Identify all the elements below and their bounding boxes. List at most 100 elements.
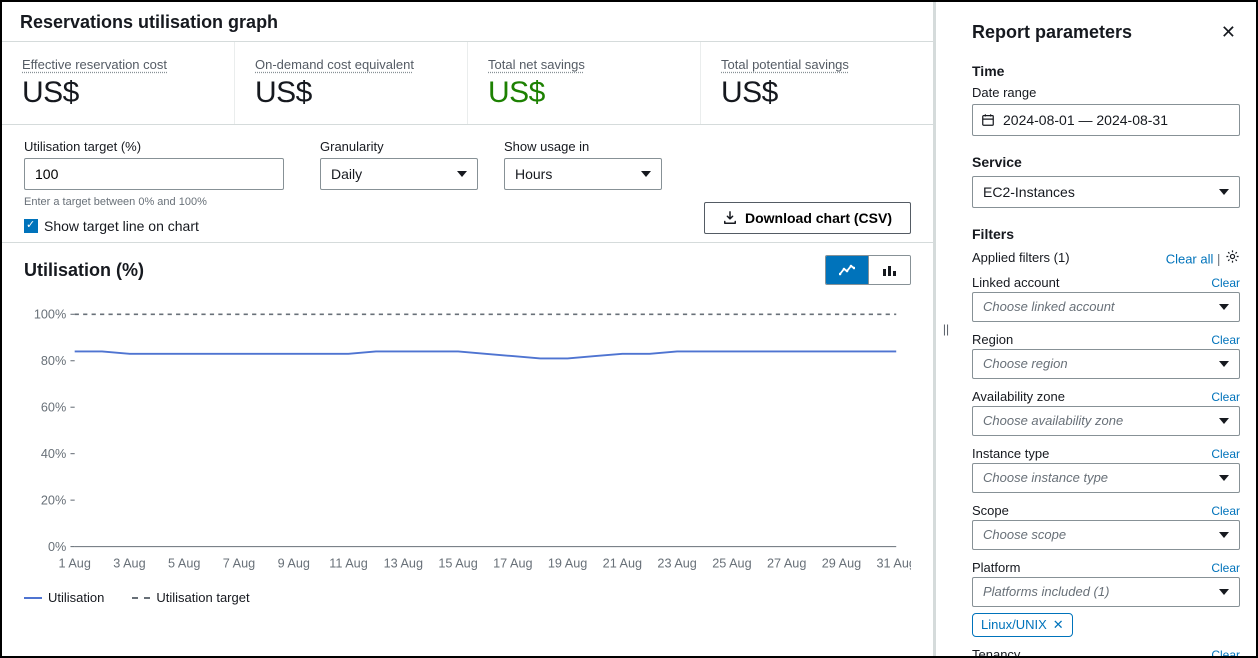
service-select[interactable]: EC2-Instances (972, 176, 1240, 208)
filter-clear-link[interactable]: Clear (1211, 648, 1240, 657)
filter-block-tenancy: Tenancy Clear (972, 647, 1240, 657)
filter-chip[interactable]: Linux/UNIX✕ (972, 613, 1073, 637)
show-target-checkbox[interactable]: Show target line on chart (24, 218, 294, 234)
svg-text:23 Aug: 23 Aug (657, 557, 696, 571)
panel-resize-handle[interactable]: || (936, 2, 956, 656)
kpi-label: Total potential savings (721, 57, 849, 72)
granularity-select[interactable]: Daily (320, 158, 478, 190)
filter-select[interactable]: Platforms included (1) (972, 577, 1240, 607)
filter-clear-link[interactable]: Clear (1211, 561, 1240, 575)
filter-select[interactable]: Choose scope (972, 520, 1240, 550)
filter-block-linked-account: Linked account Clear Choose linked account (972, 275, 1240, 322)
kpi-label: Effective reservation cost (22, 57, 167, 72)
bar-chart-icon (882, 264, 898, 276)
chart-header: Utilisation (%) (2, 243, 933, 291)
filter-placeholder: Choose linked account (983, 299, 1115, 314)
svg-text:15 Aug: 15 Aug (438, 557, 477, 571)
download-csv-button[interactable]: Download chart (CSV) (704, 202, 911, 234)
filter-clear-link[interactable]: Clear (1211, 504, 1240, 518)
chevron-down-icon (641, 171, 651, 177)
filter-label: Availability zone (972, 389, 1065, 404)
page-title: Reservations utilisation graph (2, 2, 933, 42)
legend-target: Utilisation target (132, 590, 249, 605)
download-label: Download chart (CSV) (745, 210, 892, 226)
time-section-label: Time (972, 63, 1240, 79)
chevron-down-icon (1219, 361, 1229, 367)
controls-row: Utilisation target (%) Enter a target be… (2, 125, 933, 243)
filter-block-scope: Scope Clear Choose scope (972, 503, 1240, 550)
main-panel: Reservations utilisation graph Effective… (2, 2, 936, 656)
svg-text:21 Aug: 21 Aug (603, 557, 642, 571)
filter-label: Region (972, 332, 1013, 347)
granularity-label: Granularity (320, 139, 478, 154)
close-panel-button[interactable]: ✕ (1217, 20, 1240, 45)
filter-clear-link[interactable]: Clear (1211, 390, 1240, 404)
filter-block-availability-zone: Availability zone Clear Choose availabilit… (972, 389, 1240, 436)
calendar-icon (981, 113, 995, 127)
gear-icon (1225, 249, 1240, 264)
svg-text:1 Aug: 1 Aug (58, 557, 90, 571)
chevron-down-icon (1219, 304, 1229, 310)
line-chart-icon (839, 264, 855, 276)
chart-type-toggle (825, 255, 911, 285)
kpi-value: US$ (255, 76, 447, 110)
filter-select[interactable]: Choose instance type (972, 463, 1240, 493)
date-range-value: 2024-08-01 — 2024-08-31 (1003, 112, 1168, 128)
chevron-down-icon (1219, 418, 1229, 424)
show-usage-label: Show usage in (504, 139, 662, 154)
filter-label: Linked account (972, 275, 1059, 290)
date-range-input[interactable]: 2024-08-01 — 2024-08-31 (972, 104, 1240, 136)
svg-text:25 Aug: 25 Aug (712, 557, 751, 571)
kpi-value: US$ (488, 76, 680, 110)
legend-label: Utilisation (48, 590, 104, 605)
chevron-down-icon (1219, 532, 1229, 538)
chip-remove-icon: ✕ (1053, 617, 1064, 633)
filter-placeholder: Platforms included (1) (983, 584, 1109, 599)
kpi-label: Total net savings (488, 57, 585, 72)
filter-block-instance-type: Instance type Clear Choose instance type (972, 446, 1240, 493)
service-section-label: Service (972, 154, 1240, 170)
kpi-label: On-demand cost equivalent (255, 57, 414, 72)
util-target-field: Utilisation target (%) Enter a target be… (24, 139, 294, 234)
side-title: Report parameters (972, 22, 1132, 43)
checkbox-icon (24, 219, 38, 233)
show-usage-select[interactable]: Hours (504, 158, 662, 190)
filter-clear-link[interactable]: Clear (1211, 333, 1240, 347)
kpi-potential-savings: Total potential savings US$ (701, 42, 933, 124)
svg-text:0%: 0% (48, 540, 66, 554)
svg-text:3 Aug: 3 Aug (113, 557, 145, 571)
filter-select[interactable]: Choose region (972, 349, 1240, 379)
filters-section-label: Filters (972, 226, 1240, 242)
filter-label: Instance type (972, 446, 1049, 461)
line-chart-toggle[interactable] (826, 256, 868, 284)
filter-label: Scope (972, 503, 1009, 518)
granularity-value: Daily (331, 166, 362, 182)
svg-text:29 Aug: 29 Aug (822, 557, 861, 571)
kpi-value: US$ (721, 76, 913, 110)
clear-all-row: Clear all | (1166, 248, 1240, 267)
filter-block-platform: Platform Clear Platforms included (1) Linux… (972, 560, 1240, 637)
filter-label: Tenancy (972, 647, 1020, 657)
filter-select[interactable]: Choose linked account (972, 292, 1240, 322)
show-usage-field: Show usage in Hours (504, 139, 662, 190)
granularity-field: Granularity Daily (320, 139, 478, 190)
bar-chart-toggle[interactable] (868, 256, 910, 284)
utilisation-chart: 0%20%40%60%80%100%1 Aug3 Aug5 Aug7 Aug9 … (24, 301, 911, 581)
filter-clear-link[interactable]: Clear (1211, 447, 1240, 461)
svg-text:40%: 40% (41, 447, 66, 461)
legend-utilisation: Utilisation (24, 590, 104, 605)
filter-label: Platform (972, 560, 1020, 575)
filter-select[interactable]: Choose availability zone (972, 406, 1240, 436)
svg-text:19 Aug: 19 Aug (548, 557, 587, 571)
svg-text:7 Aug: 7 Aug (223, 557, 255, 571)
legend-label: Utilisation target (156, 590, 249, 605)
download-icon (723, 211, 737, 225)
date-range-label: Date range (972, 85, 1240, 100)
svg-text:20%: 20% (41, 493, 66, 507)
clear-all-link[interactable]: Clear all (1166, 252, 1214, 267)
show-usage-value: Hours (515, 166, 552, 182)
svg-text:9 Aug: 9 Aug (278, 557, 310, 571)
filter-settings-button[interactable] (1224, 248, 1240, 264)
util-target-input[interactable] (24, 158, 284, 190)
filter-clear-link[interactable]: Clear (1211, 276, 1240, 290)
